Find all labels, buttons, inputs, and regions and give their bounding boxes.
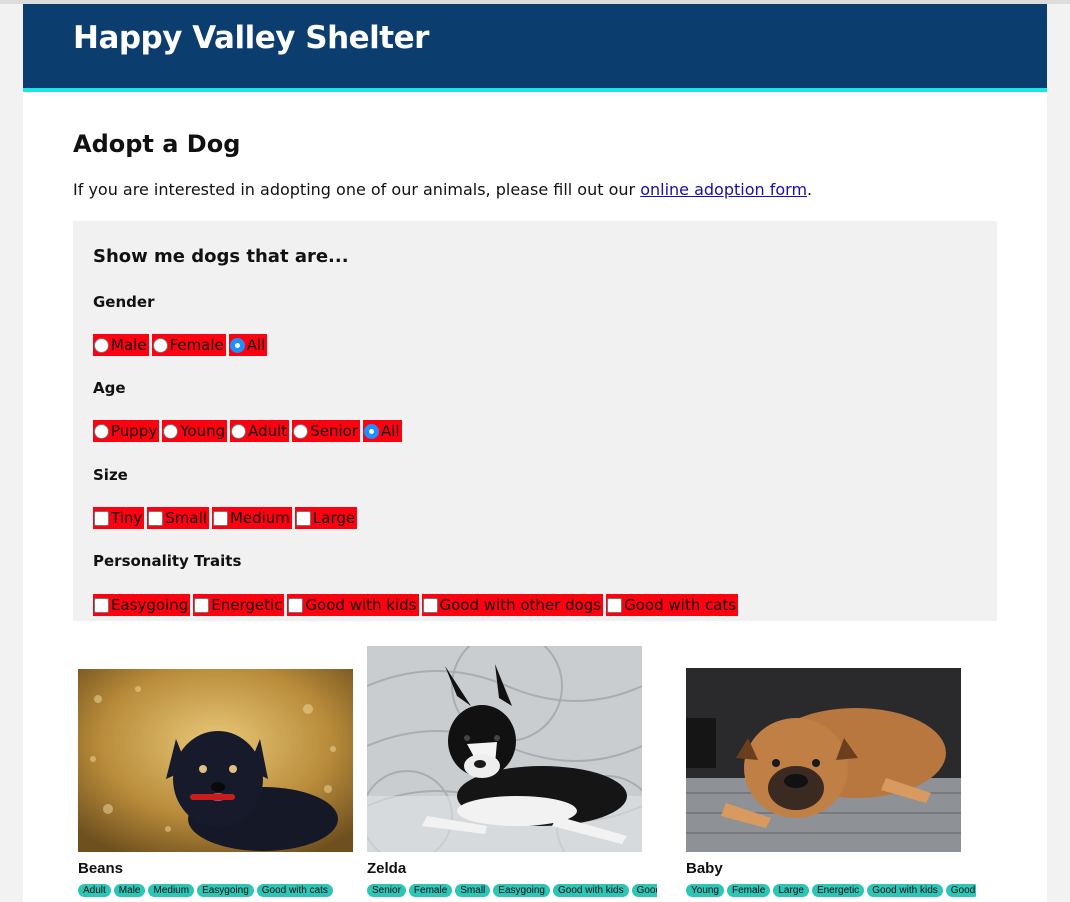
trait-option-good-with-cats[interactable]: Good with cats [606, 594, 739, 616]
option-label: Puppy [111, 422, 158, 440]
dog-tag: Good [631, 884, 657, 897]
option-label: Male [111, 336, 147, 354]
size-option-small[interactable]: Small [147, 507, 209, 529]
site-title[interactable]: Happy Valley Shelter [73, 20, 429, 56]
option-label: Large [312, 509, 356, 527]
dog-tag: Good with cats [256, 884, 333, 897]
dog-tag: Good with kids [552, 884, 629, 897]
age-option-adult[interactable]: Adult [230, 420, 290, 442]
checkbox[interactable] [212, 510, 228, 526]
gender-options: Male Female All [93, 334, 268, 356]
dog-tag: Large [773, 884, 809, 897]
radio-button[interactable] [163, 423, 179, 439]
trait-option-easygoing[interactable]: Easygoing [93, 594, 191, 616]
dog-tag: Female [727, 884, 771, 897]
checkbox[interactable] [422, 597, 438, 613]
checkbox[interactable] [94, 597, 109, 613]
age-option-puppy[interactable]: Puppy [93, 420, 160, 442]
dog-tags: Adult Male Medium Easygoing Good with ca… [78, 884, 368, 897]
option-label: Female [169, 336, 224, 354]
option-label: All [246, 336, 266, 354]
site-header: Happy Valley Shelter [23, 4, 1047, 92]
checkbox[interactable] [295, 510, 311, 526]
traits-options: Easygoing Energetic Good with kids Good … [93, 594, 739, 616]
dog-tag: Medium [148, 884, 195, 897]
dog-photo[interactable] [367, 646, 642, 852]
dog-tag: Female [408, 884, 453, 897]
option-label: Adult [248, 422, 288, 440]
checkbox[interactable] [194, 597, 210, 613]
age-label: Age [93, 379, 126, 397]
trait-option-energetic[interactable]: Energetic [193, 594, 285, 616]
dog-tags: Young Female Large Energetic Good with k… [686, 884, 976, 897]
option-label: Small [165, 509, 207, 527]
age-options: Puppy Young Adult Senior All [93, 420, 402, 442]
radio-button[interactable] [231, 423, 247, 439]
option-label: Energetic [211, 596, 283, 614]
checkbox[interactable] [94, 510, 109, 526]
size-label: Size [93, 466, 128, 484]
radio-button-selected[interactable] [363, 423, 379, 439]
gender-label: Gender [93, 293, 155, 311]
age-option-all[interactable]: All [362, 420, 402, 442]
dog-tag: Young [686, 884, 724, 897]
gender-option-all[interactable]: All [228, 334, 268, 356]
option-label: Good with other dogs [439, 596, 602, 614]
page: Happy Valley Shelter Adopt a Dog If you … [23, 4, 1047, 902]
dog-tag: Adult [78, 884, 111, 897]
dog-name[interactable]: Baby [686, 860, 723, 877]
page-title: Adopt a Dog [73, 130, 241, 158]
dog-tag: Good with kids [867, 884, 943, 897]
dog-tag: Good [945, 884, 976, 897]
filter-panel: Show me dogs that are... Gender Male Fem… [73, 221, 997, 621]
size-option-tiny[interactable]: Tiny [93, 507, 145, 529]
intro-text: If you are interested in adopting one of… [73, 180, 812, 199]
dog-tag: Easygoing [197, 884, 254, 897]
trait-option-good-with-other-dogs[interactable]: Good with other dogs [421, 594, 604, 616]
option-label: Young [180, 422, 226, 440]
radio-button[interactable] [94, 337, 109, 353]
size-option-large[interactable]: Large [294, 507, 358, 529]
dog-name[interactable]: Zelda [367, 860, 406, 877]
radio-button-selected[interactable] [229, 337, 245, 353]
adoption-form-link[interactable]: online adoption form [640, 180, 807, 199]
age-option-senior[interactable]: Senior [292, 420, 360, 442]
intro-text-after: . [807, 180, 813, 199]
age-option-young[interactable]: Young [162, 420, 228, 442]
dog-name[interactable]: Beans [78, 860, 123, 877]
dog-tag: Male [113, 884, 146, 897]
dog-photo[interactable] [78, 669, 353, 852]
dog-tags: Senior Female Small Easygoing Good with … [367, 884, 657, 897]
option-label: Senior [310, 422, 358, 440]
size-options: Tiny Small Medium Large [93, 507, 358, 529]
option-label: Tiny [111, 509, 143, 527]
option-label: All [380, 422, 400, 440]
option-label: Easygoing [111, 596, 189, 614]
dog-photo[interactable] [686, 668, 961, 852]
filter-title: Show me dogs that are... [93, 246, 349, 267]
option-label: Good with kids [305, 596, 417, 614]
dog-tag: Small [455, 884, 491, 897]
gender-option-male[interactable]: Male [93, 334, 149, 356]
dog-tag: Energetic [811, 884, 865, 897]
option-label: Medium [229, 509, 290, 527]
radio-button[interactable] [293, 423, 309, 439]
dog-tag: Easygoing [493, 884, 550, 897]
radio-button[interactable] [94, 423, 109, 439]
intro-text-before: If you are interested in adopting one of… [73, 180, 641, 199]
dog-tag: Senior [367, 884, 406, 897]
size-option-medium[interactable]: Medium [211, 507, 292, 529]
option-label: Good with cats [624, 596, 737, 614]
traits-label: Personality Traits [93, 552, 242, 570]
radio-button[interactable] [152, 337, 168, 353]
checkbox[interactable] [148, 510, 164, 526]
trait-option-good-with-kids[interactable]: Good with kids [287, 594, 419, 616]
checkbox[interactable] [288, 597, 304, 613]
checkbox[interactable] [607, 597, 623, 613]
gender-option-female[interactable]: Female [151, 334, 226, 356]
